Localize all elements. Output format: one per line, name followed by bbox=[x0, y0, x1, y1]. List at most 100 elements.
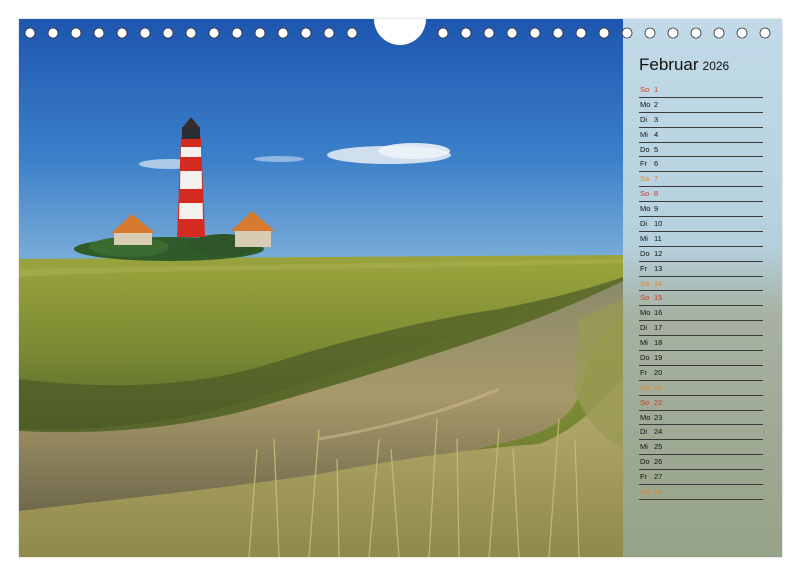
day-row: Fr 6 bbox=[639, 157, 763, 173]
weekday-label: Fr bbox=[640, 159, 648, 169]
weekday-label: Mo bbox=[640, 99, 651, 109]
weekday-label: Di bbox=[640, 114, 648, 124]
binding-hole bbox=[460, 27, 472, 39]
weekday-label: Sa bbox=[640, 382, 650, 392]
weekday-label: Sa bbox=[640, 174, 650, 184]
day-number: 23 bbox=[654, 412, 663, 422]
weekday-label: Sa bbox=[640, 278, 650, 288]
weekday-label: So bbox=[640, 293, 650, 303]
calendar-page: Februar 2026 So 1 Mo 2 Di 3 Mi 4 Do 5 Fr 6 Sa 7 So 8 Mo 9 D… bbox=[19, 19, 782, 557]
day-number: 15 bbox=[654, 293, 663, 303]
weekday-label: Mi bbox=[640, 233, 648, 243]
day-number: 28 bbox=[654, 487, 663, 497]
day-row: Mo 9 bbox=[639, 202, 763, 218]
binding-hole bbox=[277, 27, 289, 39]
binding-hole bbox=[93, 27, 105, 39]
day-row: Do 5 bbox=[639, 143, 763, 158]
day-row: Do 19 bbox=[639, 351, 763, 366]
binding-hole bbox=[139, 27, 151, 39]
binding-hole bbox=[713, 27, 725, 39]
binding-hole bbox=[621, 27, 633, 39]
day-row: Sa 14 bbox=[639, 277, 763, 292]
day-row: Sa 21 bbox=[639, 381, 763, 396]
day-number: 7 bbox=[654, 174, 659, 184]
binding-hole bbox=[529, 27, 541, 39]
day-row: Di 24 bbox=[639, 425, 763, 441]
day-number: 20 bbox=[654, 367, 663, 377]
day-number: 11 bbox=[654, 233, 662, 243]
day-row: Fr 27 bbox=[639, 470, 763, 486]
weekday-label: Do bbox=[640, 144, 650, 154]
day-row: So 22 bbox=[639, 396, 763, 411]
weekday-label: Mi bbox=[640, 442, 648, 452]
day-number: 5 bbox=[654, 144, 659, 154]
binding-hole bbox=[506, 27, 518, 39]
day-row: Fr 20 bbox=[639, 366, 763, 381]
binding-hole bbox=[208, 27, 220, 39]
day-row: Mo 23 bbox=[639, 411, 763, 426]
month-title: Februar 2026 bbox=[639, 55, 729, 75]
day-number: 21 bbox=[654, 382, 663, 392]
binding-hole bbox=[736, 27, 748, 39]
day-number: 25 bbox=[654, 442, 663, 452]
day-list: So 1 Mo 2 Di 3 Mi 4 Do 5 Fr 6 Sa 7 So 8 Mo 9 Di 10 Mi 11 Do 12 F… bbox=[639, 83, 763, 500]
binding-hole bbox=[254, 27, 266, 39]
day-row: So 15 bbox=[639, 291, 763, 307]
weekday-label: Mo bbox=[640, 204, 651, 214]
day-number: 22 bbox=[654, 397, 663, 407]
day-number: 27 bbox=[654, 472, 663, 482]
day-row: Mi 4 bbox=[639, 128, 763, 143]
weekday-label: Fr bbox=[640, 472, 648, 482]
binding-hole bbox=[690, 27, 702, 39]
hanger-notch bbox=[374, 19, 426, 45]
weekday-label: Do bbox=[640, 457, 650, 467]
binding-hole bbox=[483, 27, 495, 39]
day-row: Sa 28 bbox=[639, 485, 763, 500]
weekday-label: Do bbox=[640, 248, 650, 258]
day-number: 12 bbox=[654, 248, 663, 258]
binding-holes bbox=[24, 19, 771, 45]
day-row: Sa 7 bbox=[639, 172, 763, 188]
weekday-label: Di bbox=[640, 219, 648, 229]
binding-hole bbox=[644, 27, 656, 39]
binding-hole bbox=[231, 27, 243, 39]
day-row: So 1 bbox=[639, 83, 763, 98]
day-row: Di 10 bbox=[639, 217, 763, 232]
weekday-label: Mi bbox=[640, 338, 648, 348]
binding-hole bbox=[552, 27, 564, 39]
binding-hole bbox=[667, 27, 679, 39]
day-row: Fr 13 bbox=[639, 262, 763, 277]
day-number: 13 bbox=[654, 263, 663, 273]
day-row: Mi 18 bbox=[639, 336, 763, 352]
day-row: Mi 25 bbox=[639, 440, 763, 456]
weekday-label: So bbox=[640, 189, 650, 199]
year-label: 2026 bbox=[702, 59, 730, 73]
day-number: 26 bbox=[654, 457, 663, 467]
weekday-label: Mi bbox=[640, 129, 648, 139]
binding-hole bbox=[70, 27, 82, 39]
day-number: 8 bbox=[654, 189, 659, 199]
day-row: Mi 11 bbox=[639, 232, 763, 247]
binding-hole bbox=[437, 27, 449, 39]
weekday-label: Di bbox=[640, 427, 648, 437]
weekday-label: So bbox=[640, 85, 650, 94]
lighthouse-photo bbox=[19, 19, 623, 557]
binding-hole bbox=[598, 27, 610, 39]
binding-hole bbox=[116, 27, 128, 39]
binding-hole bbox=[323, 27, 335, 39]
day-number: 16 bbox=[654, 308, 663, 318]
weekday-label: Sa bbox=[640, 487, 650, 497]
day-row: Di 3 bbox=[639, 113, 763, 128]
binding-hole bbox=[185, 27, 197, 39]
binding-hole bbox=[300, 27, 312, 39]
day-number: 1 bbox=[654, 85, 659, 94]
day-row: Do 12 bbox=[639, 247, 763, 262]
day-number: 3 bbox=[654, 114, 659, 124]
binding-hole bbox=[575, 27, 587, 39]
day-number: 4 bbox=[654, 129, 659, 139]
day-row: Do 26 bbox=[639, 455, 763, 471]
day-number: 17 bbox=[654, 323, 663, 333]
day-number: 18 bbox=[654, 338, 663, 348]
binding-hole bbox=[759, 27, 771, 39]
weekday-label: So bbox=[640, 397, 650, 407]
